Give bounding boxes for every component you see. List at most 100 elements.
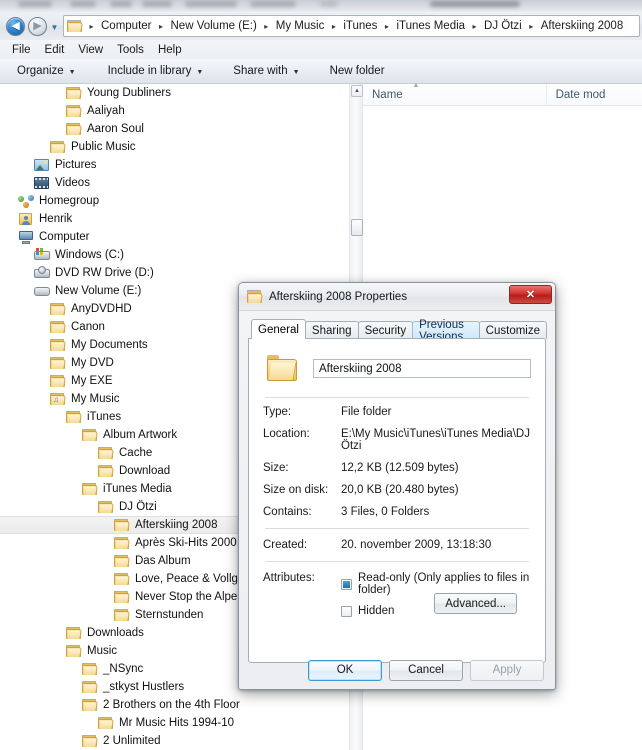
column-header-name[interactable]: ▲ Name bbox=[363, 82, 546, 106]
tree-item-aaron-soul[interactable]: Aaron Soul bbox=[0, 120, 341, 138]
value-created: 20. november 2009, 13:18:30 bbox=[341, 539, 492, 551]
tree-item-label: Public Music bbox=[71, 141, 136, 153]
tree-item-young-dubliners[interactable]: Young Dubliners bbox=[0, 84, 341, 102]
folder-icon bbox=[50, 338, 66, 352]
tree-item-aaliyah[interactable]: Aaliyah bbox=[0, 102, 341, 120]
tree-item-henrik[interactable]: Henrik bbox=[0, 210, 341, 228]
tree-item-label: Windows (C:) bbox=[55, 249, 125, 261]
back-arrow-icon: ◀ bbox=[11, 20, 20, 32]
tree-item-videos[interactable]: Videos bbox=[0, 174, 341, 192]
organize-label: Organize bbox=[17, 65, 64, 77]
tree-item-label: AnyDVDHD bbox=[71, 303, 132, 315]
share-with-button[interactable]: Share with ▼ bbox=[224, 63, 308, 79]
include-in-library-button[interactable]: Include in library ▼ bbox=[99, 63, 213, 79]
value-size: 12,2 KB (12.509 bytes) bbox=[341, 462, 459, 474]
disk-volume-icon bbox=[34, 284, 50, 298]
tree-item-label: Videos bbox=[55, 177, 90, 189]
tree-item-label: Afterskiing 2008 bbox=[135, 519, 218, 531]
folder-icon bbox=[50, 140, 66, 154]
folder-icon bbox=[50, 320, 66, 334]
close-icon: ✕ bbox=[525, 289, 536, 301]
breadcrumb-separator: ▸ bbox=[89, 21, 94, 31]
tab-customize[interactable]: Customize bbox=[478, 321, 547, 339]
organize-button[interactable]: Organize ▼ bbox=[8, 63, 85, 79]
hidden-checkbox[interactable] bbox=[341, 605, 352, 617]
ok-button[interactable]: OK bbox=[308, 659, 382, 681]
property-row-size: Size: 12,2 KB (12.509 bytes) bbox=[263, 462, 531, 474]
tree-item-label: DJ Ötzi bbox=[119, 501, 157, 513]
breadcrumb-new-volume-e[interactable]: New Volume (E:) bbox=[168, 16, 260, 36]
folder-icon bbox=[82, 428, 98, 442]
tree-item-pictures[interactable]: Pictures bbox=[0, 156, 341, 174]
advanced-button[interactable]: Advanced... bbox=[434, 593, 517, 614]
menu-edit[interactable]: Edit bbox=[38, 43, 72, 57]
divider bbox=[265, 561, 529, 562]
cancel-button[interactable]: Cancel bbox=[389, 659, 463, 681]
dialog-title-bar[interactable]: Afterskiing 2008 Properties ✕ bbox=[239, 283, 555, 311]
tab-security[interactable]: Security bbox=[357, 321, 414, 339]
tab-sharing[interactable]: Sharing bbox=[304, 321, 359, 339]
tab-general[interactable]: General bbox=[251, 319, 306, 339]
folder-icon bbox=[82, 662, 98, 676]
tree-item-label: My Music bbox=[71, 393, 120, 405]
scrollbar-thumb[interactable] bbox=[351, 219, 363, 236]
tree-item-homegroup[interactable]: Homegroup bbox=[0, 192, 341, 210]
close-button[interactable]: ✕ bbox=[509, 285, 552, 304]
tree-item-mr-music-hits-1994-10[interactable]: Mr Music Hits 1994-10 bbox=[0, 714, 341, 732]
label-contains: Contains: bbox=[263, 506, 312, 518]
tree-item-label: Aaliyah bbox=[87, 105, 125, 117]
breadcrumb-itunes[interactable]: iTunes bbox=[340, 16, 380, 36]
address-bar[interactable]: ▸ Computer ▸ New Volume (E:) ▸ My Music … bbox=[63, 15, 640, 37]
menu-help[interactable]: Help bbox=[151, 43, 189, 57]
folder-icon bbox=[67, 19, 83, 33]
breadcrumb-separator: ▸ bbox=[158, 21, 163, 31]
tree-item-2-brothers-on-the-4th-floor[interactable]: 2 Brothers on the 4th Floor bbox=[0, 696, 341, 714]
dialog-title: Afterskiing 2008 Properties bbox=[269, 290, 408, 303]
column-header-date-modified[interactable]: Date mod bbox=[545, 83, 642, 106]
forward-button[interactable]: ▶ bbox=[28, 17, 47, 36]
breadcrumb-my-music[interactable]: My Music bbox=[273, 16, 328, 36]
new-folder-button[interactable]: New folder bbox=[321, 63, 394, 79]
menu-tools[interactable]: Tools bbox=[110, 43, 151, 57]
recent-pages-button[interactable]: ▼ bbox=[49, 23, 60, 32]
menu-view[interactable]: View bbox=[71, 43, 110, 57]
folder-icon bbox=[114, 536, 130, 550]
breadcrumb-dj-otzi[interactable]: DJ Ötzi bbox=[481, 16, 525, 36]
tree-item-2-unlimited[interactable]: 2 Unlimited bbox=[0, 732, 341, 750]
readonly-checkbox[interactable] bbox=[341, 578, 352, 590]
value-type: File folder bbox=[341, 406, 392, 418]
explorer-window: ◀ ▶ ▼ ▸ Computer ▸ New Volume (E:) ▸ My … bbox=[0, 0, 642, 750]
scroll-up-arrow-icon[interactable]: ▲ bbox=[351, 85, 363, 97]
folder-icon bbox=[50, 356, 66, 370]
apply-button[interactable]: Apply bbox=[470, 659, 544, 681]
tree-item-public-music[interactable]: Public Music bbox=[0, 138, 341, 156]
folder-name-input[interactable]: Afterskiing 2008 bbox=[313, 359, 531, 378]
breadcrumb-afterskiing-2008[interactable]: Afterskiing 2008 bbox=[538, 16, 626, 36]
breadcrumb-itunes-media[interactable]: iTunes Media bbox=[393, 16, 468, 36]
computer-icon bbox=[18, 230, 34, 244]
window-glass-strip bbox=[0, 0, 642, 13]
label-location: Location: bbox=[263, 428, 310, 440]
folder-icon bbox=[66, 122, 82, 136]
pictures-library-icon bbox=[34, 158, 50, 172]
dialog-tab-strip: General Sharing Security Previous Versio… bbox=[248, 319, 547, 343]
tree-item-label: Henrik bbox=[39, 213, 73, 225]
tree-item-label: Mr Music Hits 1994-10 bbox=[119, 717, 235, 729]
folder-icon bbox=[82, 482, 98, 496]
tree-item-windows-c[interactable]: Windows (C:) bbox=[0, 246, 341, 264]
dvd-drive-icon bbox=[34, 266, 50, 280]
tree-item-label: Homegroup bbox=[39, 195, 100, 207]
label-created: Created: bbox=[263, 539, 308, 551]
tree-item-label: My Documents bbox=[71, 339, 148, 351]
tree-item-computer[interactable]: Computer bbox=[0, 228, 341, 246]
back-button[interactable]: ◀ bbox=[6, 17, 25, 36]
folder-icon bbox=[50, 374, 66, 388]
tab-previous-versions[interactable]: Previous Versions bbox=[412, 319, 480, 343]
videos-library-icon bbox=[34, 176, 50, 190]
tree-item-dvd-rw-drive-d[interactable]: DVD RW Drive (D:) bbox=[0, 264, 341, 282]
menu-file[interactable]: File bbox=[5, 43, 38, 57]
breadcrumb-computer[interactable]: Computer bbox=[98, 16, 155, 36]
folder-icon bbox=[82, 698, 98, 712]
divider bbox=[265, 397, 529, 398]
breadcrumb-separator: ▸ bbox=[529, 21, 534, 31]
